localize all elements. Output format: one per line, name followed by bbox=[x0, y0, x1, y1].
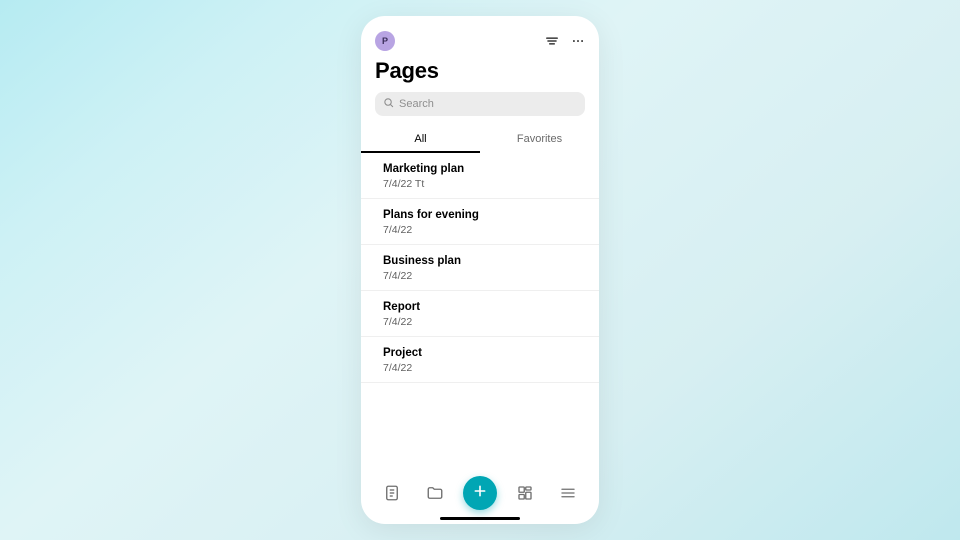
header-actions bbox=[545, 34, 585, 48]
home-indicator bbox=[440, 517, 520, 520]
filter-lines-icon[interactable] bbox=[545, 34, 559, 48]
list-item-sub: 7/4/22 bbox=[383, 362, 583, 374]
list-item-sub: 7/4/22 bbox=[383, 270, 583, 282]
list-item-sub: 7/4/22 bbox=[383, 316, 583, 328]
add-button[interactable] bbox=[463, 476, 497, 510]
tab-favorites[interactable]: Favorites bbox=[480, 126, 599, 153]
search-input[interactable]: Search bbox=[375, 92, 585, 116]
nav-pages-icon[interactable] bbox=[378, 479, 406, 507]
list-item-sub: 7/4/22 Tt bbox=[383, 178, 583, 190]
header-row: P bbox=[375, 30, 585, 52]
search-placeholder: Search bbox=[399, 98, 434, 110]
avatar-letter: P bbox=[382, 36, 388, 46]
tab-all[interactable]: All bbox=[361, 126, 480, 153]
list-item-title: Business plan bbox=[383, 253, 583, 269]
list-item-title: Plans for evening bbox=[383, 207, 583, 223]
list-item[interactable]: Marketing plan 7/4/22 Tt bbox=[361, 153, 599, 199]
pages-list[interactable]: Marketing plan 7/4/22 Tt Plans for eveni… bbox=[361, 153, 599, 468]
list-item-title: Project bbox=[383, 345, 583, 361]
more-icon[interactable] bbox=[571, 34, 585, 48]
phone-frame: P Pages Search bbox=[361, 16, 599, 524]
page-title: Pages bbox=[375, 58, 585, 84]
bottom-nav bbox=[361, 468, 599, 524]
nav-dashboard-icon[interactable] bbox=[511, 479, 539, 507]
list-item[interactable]: Plans for evening 7/4/22 bbox=[361, 199, 599, 245]
list-item-sub: 7/4/22 bbox=[383, 224, 583, 236]
avatar[interactable]: P bbox=[375, 31, 395, 51]
list-item-title: Report bbox=[383, 299, 583, 315]
list-item[interactable]: Report 7/4/22 bbox=[361, 291, 599, 337]
list-item-title: Marketing plan bbox=[383, 161, 583, 177]
header: P Pages bbox=[361, 16, 599, 84]
nav-folder-icon[interactable] bbox=[421, 479, 449, 507]
nav-menu-icon[interactable] bbox=[554, 479, 582, 507]
search-icon bbox=[383, 97, 394, 111]
list-item[interactable]: Business plan 7/4/22 bbox=[361, 245, 599, 291]
tabs: All Favorites bbox=[361, 126, 599, 153]
list-item[interactable]: Project 7/4/22 bbox=[361, 337, 599, 383]
plus-icon bbox=[472, 483, 488, 504]
